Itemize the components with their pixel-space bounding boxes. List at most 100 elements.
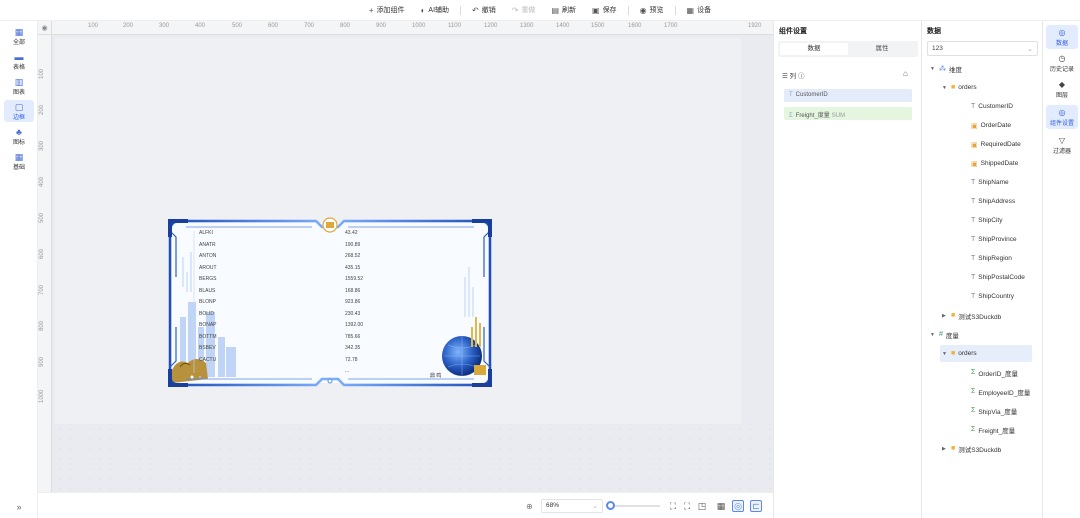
tree-node[interactable]: T ShipName <box>960 174 1032 191</box>
tree-node[interactable]: T CustomerID <box>960 98 1032 115</box>
table-row: BLAUS 168.86 <box>197 286 397 297</box>
zoom-slider-handle[interactable] <box>606 501 615 510</box>
table-row: AROUT 435.15 <box>197 263 397 274</box>
grid-toggle-icon[interactable]: ▦ <box>715 500 727 512</box>
right-nav-history[interactable]: ◷ 历史记录 <box>1046 51 1078 75</box>
toolbar-button-refresh[interactable]: ▤ 刷新 <box>546 0 581 21</box>
table-cell-value: 342.35 <box>345 345 361 351</box>
tree-toggle-icon[interactable]: ▶ <box>942 313 948 319</box>
tree-toggle-icon[interactable]: ▶ <box>942 446 948 452</box>
tree-node[interactable]: Σ OrderID_度量 <box>960 364 1032 381</box>
selected-field-pill[interactable]: Σ Freight_度量 SUM <box>784 107 912 120</box>
expand-sidebar-icon[interactable]: » <box>0 502 38 512</box>
field-name: Freight_度量 <box>795 113 830 119</box>
lock-icon[interactable]: ⊕ <box>526 502 533 511</box>
sidebar-item-border[interactable]: ▢ 边框 <box>4 100 34 122</box>
tree-toggle-icon[interactable]: ▼ <box>930 66 936 72</box>
tree-node[interactable]: ▼ ■ orders <box>940 345 1032 362</box>
tree-node[interactable]: ▼ ■ orders <box>940 79 1032 96</box>
dataset-select[interactable]: 123 ⌄ <box>927 41 1038 56</box>
text-field-icon: T <box>971 103 976 110</box>
tree-node[interactable]: ▣ RequiredDate <box>960 136 1032 153</box>
tree-node[interactable]: ▶ ■ 测试S3Duckdb <box>940 307 1032 324</box>
panel-title: 数据 <box>927 28 941 35</box>
toolbar-button-settings[interactable]: ▦ 设备 <box>682 0 717 21</box>
toolbar-button-ai-assist[interactable]: ◐ AI辅助 <box>416 0 454 21</box>
table-row: BSBEV 342.35 <box>197 343 397 354</box>
right-nav-database[interactable]: ◎ 数据 <box>1046 25 1078 49</box>
tree-node[interactable]: Σ Freight_度量 <box>960 421 1032 438</box>
table-cell-value: 435.15 <box>345 264 361 271</box>
sidebar-item-chart[interactable]: ▥ 图表 <box>4 75 34 97</box>
preview-icon: ◉ <box>639 5 647 15</box>
tab-data[interactable]: 数据 <box>780 43 848 55</box>
ruler-tick-label: 200 <box>39 104 45 115</box>
toolbar-button-undo[interactable]: ↶ 撤销 <box>467 0 501 21</box>
tree-node-label: ShipAddress <box>978 198 1016 205</box>
toolbar-separator <box>627 5 629 15</box>
canvas-status-bar: ⊕ 68% ⌄ ⛶ ⛶ ◳ ▦ ◎ ⊏ <box>38 492 773 518</box>
toolbar-separator <box>460 5 462 15</box>
tree-node[interactable]: ▣ OrderDate <box>960 117 1032 134</box>
grid-icon: ▦ <box>14 26 24 37</box>
tree-toggle-icon[interactable]: ▼ <box>930 332 936 338</box>
selected-field-pill[interactable]: T CustomerID <box>784 89 912 102</box>
top-toolbar: + 添加组件 ◐ AI辅助 ↶ 撤销 ↷ 重做 ▤ 刷新 ▣ 保存 ◉ 预览 ▦ 设备 <box>0 0 1080 21</box>
ruler-top: 100 200 300 400 500 600 700 800 900 1000 1100 1200 1… <box>38 21 773 35</box>
sidebar-item-table[interactable]: ▬ 表格 <box>4 50 34 72</box>
tree-node[interactable]: ▣ ShippedDate <box>960 155 1032 172</box>
tree-node[interactable]: ▼ ⁂ 维度 <box>928 60 1032 77</box>
toolbar-button-redo[interactable]: ↷ 重做 <box>507 0 541 21</box>
sidebar-item-shapes[interactable]: ♣ 图标 <box>4 125 34 147</box>
ruler-tick-label: 300 <box>159 23 170 29</box>
right-nav-component-settings[interactable]: ◎ 组件设置 <box>1046 105 1078 129</box>
zoom-select[interactable]: 68% ⌄ <box>541 499 603 513</box>
ruler-visibility-icon[interactable]: ◉ <box>38 21 52 35</box>
tree-toggle-icon[interactable]: ▼ <box>942 351 948 357</box>
ruler-tick-label: 1400 <box>556 23 570 29</box>
toolbar-button-save[interactable]: ▣ 保存 <box>587 0 622 21</box>
info-icon[interactable]: ⓘ <box>798 73 805 80</box>
sidebar-item-basic[interactable]: ▦ 基础 <box>4 150 34 172</box>
sum-field-icon: Σ <box>971 426 976 433</box>
zoom-slider-track[interactable] <box>610 505 660 507</box>
clear-columns-icon[interactable]: ⌂ <box>903 69 908 78</box>
text-field-icon: T <box>971 274 976 281</box>
tree-node[interactable]: T ShipProvince <box>960 231 1032 248</box>
text-field-icon: T <box>971 179 976 186</box>
tree-node[interactable]: ▼ # 度量 <box>928 326 1032 343</box>
ruler-tick-label: 900 <box>39 356 45 367</box>
toolbar-button-plus[interactable]: + 添加组件 <box>364 0 410 21</box>
tree-node[interactable]: T ShipCity <box>960 212 1032 229</box>
ruler-toggle-icon[interactable]: ⊏ <box>750 500 762 512</box>
table-cell-customer: BONAP <box>199 322 217 328</box>
ruler-tick-label: 100 <box>88 23 99 29</box>
tree-node-label: 测试S3Duckdb <box>958 313 1002 321</box>
fit-height-icon[interactable]: ◳ <box>696 500 708 512</box>
tree-node[interactable]: T ShipRegion <box>960 250 1032 267</box>
tree-node[interactable]: T ShipPostalCode <box>960 269 1032 286</box>
fit-screen-icon[interactable]: ⛶ <box>681 500 693 512</box>
right-nav-label: 数据 <box>1055 40 1068 47</box>
right-nav-filter[interactable]: ▽ 过滤器 <box>1046 133 1078 157</box>
sidebar-item-grid[interactable]: ▦ 全部 <box>4 25 34 47</box>
snap-toggle-icon[interactable]: ◎ <box>732 500 744 512</box>
tree-node[interactable]: T ShipCountry <box>960 288 1032 305</box>
ruler-tick-label: 1300 <box>520 23 534 29</box>
right-nav-layers[interactable]: ◆ 图层 <box>1046 77 1078 101</box>
data-table-component[interactable]: ALFKI 43.42 ANATR 190.89 ANTON 268.52 AROUT 435… <box>197 228 397 374</box>
tree-node[interactable]: T ShipAddress <box>960 193 1032 210</box>
design-canvas[interactable]: ALFKI 43.42 ANATR 190.89 ANTON 268.52 AROUT 435… <box>38 21 773 492</box>
tree-node[interactable]: Σ ShipVia_度量 <box>960 402 1032 419</box>
sum-field-icon: Σ <box>971 388 976 395</box>
tree-node[interactable]: ▶ ■ 测试S3Duckdb <box>940 440 1032 457</box>
text-field-icon: T <box>971 217 976 224</box>
table-row: CACTU 72.78 <box>197 355 397 366</box>
settings-icon: ▦ <box>686 5 695 15</box>
fit-width-icon[interactable]: ⛶ <box>667 500 679 512</box>
tree-toggle-icon[interactable]: ▼ <box>942 85 948 91</box>
tree-node[interactable]: Σ EmployeeID_度量 <box>960 383 1032 400</box>
toolbar-button-preview[interactable]: ◉ 预览 <box>635 0 669 21</box>
chevron-down-icon: ⌄ <box>592 503 598 510</box>
tab-properties[interactable]: 属性 <box>848 43 916 55</box>
